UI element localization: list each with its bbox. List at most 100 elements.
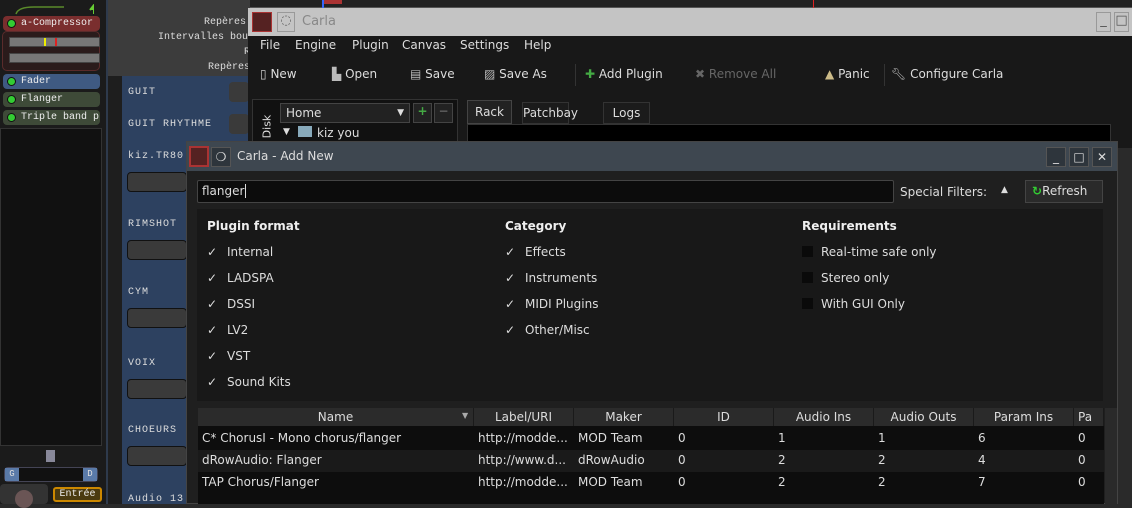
- track-button[interactable]: [127, 172, 187, 192]
- column-header[interactable]: Audio Ins: [774, 408, 874, 426]
- filter-vst[interactable]: ✓ VST: [207, 349, 250, 363]
- checkmark-icon[interactable]: ✓: [207, 349, 219, 363]
- column-header[interactable]: Label/URI: [474, 408, 574, 426]
- track-button[interactable]: [127, 308, 187, 328]
- track-knob[interactable]: [229, 114, 249, 134]
- checkmark-icon[interactable]: ✓: [207, 323, 219, 337]
- minimize-button[interactable]: _: [1096, 12, 1111, 32]
- timeline-ruler[interactable]: [250, 0, 1132, 8]
- table-row[interactable]: TAP Chorus/Flanger http://modde... MOD Tea…: [198, 472, 1104, 494]
- track-label[interactable]: kiz.TR80: [128, 151, 184, 162]
- filter-internal[interactable]: ✓ Internal: [207, 245, 273, 259]
- checkmark-icon[interactable]: ✓: [207, 375, 219, 389]
- checkbox[interactable]: [802, 298, 813, 309]
- checkbox[interactable]: [802, 246, 813, 257]
- track-label[interactable]: Audio 13: [128, 494, 184, 505]
- table-row[interactable]: C* ChorusI - Mono chorus/flanger http://m…: [198, 428, 1104, 450]
- plugin-flanger[interactable]: Flanger: [3, 92, 100, 107]
- column-header[interactable]: Pa: [1074, 408, 1104, 426]
- maximize-button[interactable]: □: [1114, 12, 1129, 32]
- add-plugin-button[interactable]: ✚ Add Plugin: [585, 67, 663, 81]
- pan-handle[interactable]: [46, 450, 55, 462]
- column-header[interactable]: Name: [198, 408, 474, 426]
- menu-file[interactable]: File: [260, 38, 280, 52]
- menu-canvas[interactable]: Canvas: [402, 38, 446, 52]
- filter-instruments[interactable]: ✓ Instruments: [505, 271, 597, 285]
- track-button[interactable]: [127, 379, 187, 399]
- sticky-icon[interactable]: ❍: [211, 147, 231, 167]
- location-select[interactable]: Home ▼: [280, 103, 410, 123]
- open-button[interactable]: ▙ Open: [332, 67, 377, 81]
- save-button[interactable]: ▤ Save: [410, 67, 455, 81]
- track-button[interactable]: [127, 240, 187, 260]
- checkmark-icon[interactable]: ✓: [207, 297, 219, 311]
- plugin-fader[interactable]: Fader: [3, 74, 100, 89]
- column-header[interactable]: Audio Outs: [874, 408, 974, 426]
- save-as-button[interactable]: ▨ Save As: [484, 67, 547, 81]
- knob[interactable]: [0, 484, 48, 508]
- filter-real-time-safe-only[interactable]: Real-time safe only: [802, 245, 937, 259]
- menu-settings[interactable]: Settings: [460, 38, 509, 52]
- menu-engine[interactable]: Engine: [295, 38, 336, 52]
- tree-item[interactable]: kiz you: [317, 126, 359, 140]
- sticky-icon[interactable]: ◌: [277, 12, 295, 32]
- add-folder-button[interactable]: +: [413, 103, 432, 123]
- menu-help[interactable]: Help: [524, 38, 551, 52]
- refresh-button[interactable]: ↻Refresh: [1025, 180, 1103, 203]
- checkmark-icon[interactable]: ✓: [207, 271, 219, 285]
- tab-logs[interactable]: Logs: [603, 102, 650, 124]
- input-button[interactable]: Entrée: [53, 487, 102, 502]
- filter-midi-plugins[interactable]: ✓ MIDI Plugins: [505, 297, 598, 311]
- collapse-arrow-icon[interactable]: ▲: [1001, 185, 1008, 195]
- table-row[interactable]: dRowAudio: Flanger http://www.d... dRowAud…: [198, 450, 1104, 472]
- tab-patchbay[interactable]: Patchbay: [522, 102, 578, 124]
- checkbox[interactable]: [802, 272, 813, 283]
- led-icon[interactable]: [7, 95, 16, 104]
- search-input[interactable]: flanger: [197, 180, 894, 203]
- minimize-button[interactable]: _: [1046, 147, 1066, 167]
- tab-rack[interactable]: Rack: [467, 100, 512, 124]
- checkmark-icon[interactable]: ✓: [505, 297, 517, 311]
- filter-ladspa[interactable]: ✓ LADSPA: [207, 271, 274, 285]
- panic-button[interactable]: ▲ Panic: [825, 67, 870, 81]
- track-label[interactable]: GUIT RHYTHME: [128, 119, 212, 130]
- track-label[interactable]: GUIT: [128, 87, 156, 98]
- checkmark-icon[interactable]: ✓: [505, 271, 517, 285]
- column-header[interactable]: Maker: [574, 408, 674, 426]
- checkmark-icon[interactable]: ✓: [505, 245, 517, 259]
- led-icon[interactable]: [7, 113, 16, 122]
- plugin-triple-band[interactable]: Triple band p: [3, 110, 100, 125]
- dialog-titlebar[interactable]: ❍ Carla - Add New _ □ ✕: [187, 142, 1117, 171]
- track-button[interactable]: [127, 446, 187, 466]
- configure-carla-button[interactable]: 🔧︎ Configure Carla: [891, 67, 1003, 81]
- maximize-button[interactable]: □: [1069, 147, 1089, 167]
- carla-titlebar[interactable]: ◌ Carla _ □: [248, 8, 1132, 36]
- checkmark-icon[interactable]: ✓: [207, 245, 219, 259]
- led-icon[interactable]: [7, 77, 16, 86]
- filter-other-misc[interactable]: ✓ Other/Misc: [505, 323, 590, 337]
- filter-with-gui-only[interactable]: With GUI Only: [802, 297, 905, 311]
- filter-effects[interactable]: ✓ Effects: [505, 245, 566, 259]
- led-icon[interactable]: [7, 19, 16, 28]
- column-header[interactable]: Param Ins: [974, 408, 1074, 426]
- column-header[interactable]: ID: [674, 408, 774, 426]
- plugin-a-compressor[interactable]: a-Compressor: [3, 16, 100, 31]
- new-button[interactable]: ▯ New: [260, 67, 297, 81]
- close-button[interactable]: ✕: [1092, 147, 1112, 167]
- track-knob[interactable]: [229, 82, 249, 102]
- track-label[interactable]: CHOEURS: [128, 425, 177, 436]
- remove-folder-button[interactable]: −: [434, 103, 453, 123]
- filter-sound-kits[interactable]: ✓ Sound Kits: [207, 375, 291, 389]
- track-label[interactable]: CYM: [128, 287, 149, 298]
- filter-stereo-only[interactable]: Stereo only: [802, 271, 889, 285]
- filter-lv2[interactable]: ✓ LV2: [207, 323, 248, 337]
- disk-tab[interactable]: Disk: [260, 115, 273, 139]
- menu-plugin[interactable]: Plugin: [352, 38, 389, 52]
- remove-all-button[interactable]: ✖ Remove All: [695, 67, 776, 81]
- filter-dssi[interactable]: ✓ DSSI: [207, 297, 255, 311]
- expand-icon[interactable]: ▼: [283, 127, 290, 137]
- scrollbar[interactable]: [1105, 408, 1117, 504]
- checkmark-icon[interactable]: ✓: [505, 323, 517, 337]
- track-label[interactable]: VOIX: [128, 358, 156, 369]
- track-label[interactable]: RIMSHOT: [128, 219, 177, 230]
